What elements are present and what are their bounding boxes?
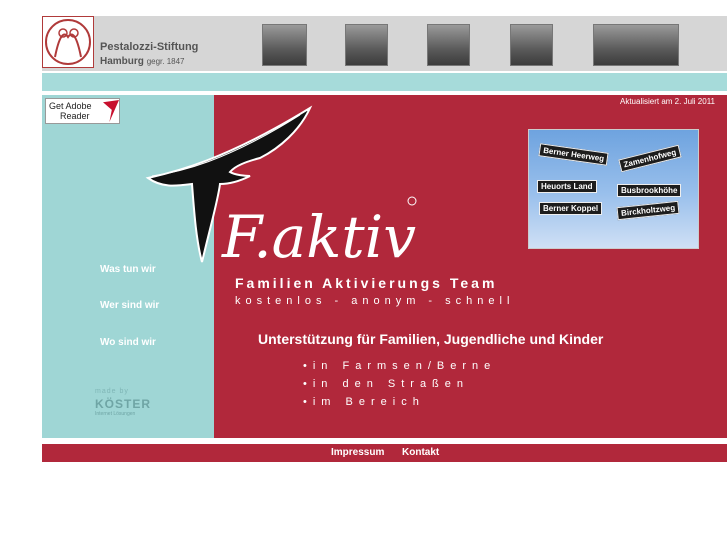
team-title: Familien Aktivierungs Team — [235, 275, 498, 291]
koster-logo[interactable]: KÖSTER — [95, 397, 151, 411]
photo-buildings — [427, 24, 470, 66]
teal-divider — [42, 73, 727, 91]
made-by-label: made by — [95, 388, 129, 395]
team-subtitle: kostenlos - anonym - schnell — [235, 295, 515, 307]
sign-heuorts-land: Heuorts Land — [537, 180, 597, 193]
pestalozzi-logo[interactable] — [42, 16, 94, 68]
sign-berner-heerweg: Berner Heerweg — [538, 143, 609, 166]
org-founded: gegr. 1847 — [146, 57, 185, 66]
footer-link-kontakt[interactable]: Kontakt — [402, 447, 439, 458]
photo-bus-stop — [262, 24, 307, 66]
koster-tagline: Internet Lösungen — [95, 411, 136, 417]
org-city: Hamburg — [100, 56, 144, 67]
sign-birckholtzweg: Birckholtzweg — [616, 200, 680, 221]
bullet-farmsen-berne: in Farmsen/Berne — [303, 360, 496, 372]
photo-shops — [510, 24, 553, 66]
bullet-bereich: im Bereich — [303, 396, 425, 408]
footer-bar — [42, 444, 727, 462]
street-signs-photo: Berner Heerweg Zamenhofweg Heuorts Land … — [528, 129, 699, 249]
photo-office — [593, 24, 679, 66]
sign-berner-koppel: Berner Koppel — [539, 202, 603, 215]
sign-zamenhofweg: Zamenhofweg — [618, 144, 682, 173]
org-city-line: Hamburg gegr. 1847 — [100, 56, 185, 67]
adobe-reader-label: Reader — [60, 111, 90, 121]
faktiv-logo: F.aktiv — [145, 105, 417, 270]
photo-tower-block — [345, 24, 388, 66]
nav-link-wer-sind-wir[interactable]: Wer sind wir — [100, 300, 159, 311]
family-emblem-icon — [45, 19, 91, 65]
nav-link-wo-sind-wir[interactable]: Wo sind wir — [100, 337, 156, 348]
bullet-strassen: in den Straßen — [303, 378, 469, 390]
adobe-get-label: Get Adobe — [49, 101, 92, 111]
support-heading: Unterstützung für Familien, Jugendliche … — [258, 331, 604, 347]
org-name: Pestalozzi-Stiftung — [100, 41, 199, 53]
faktiv-wordmark: F.aktiv — [221, 203, 416, 270]
footer-link-impressum[interactable]: Impressum — [331, 447, 384, 458]
updated-date: Aktualisiert am 2. Juli 2011 — [620, 97, 716, 106]
sign-busbrookhoehe: Busbrookhöhe — [617, 184, 682, 197]
